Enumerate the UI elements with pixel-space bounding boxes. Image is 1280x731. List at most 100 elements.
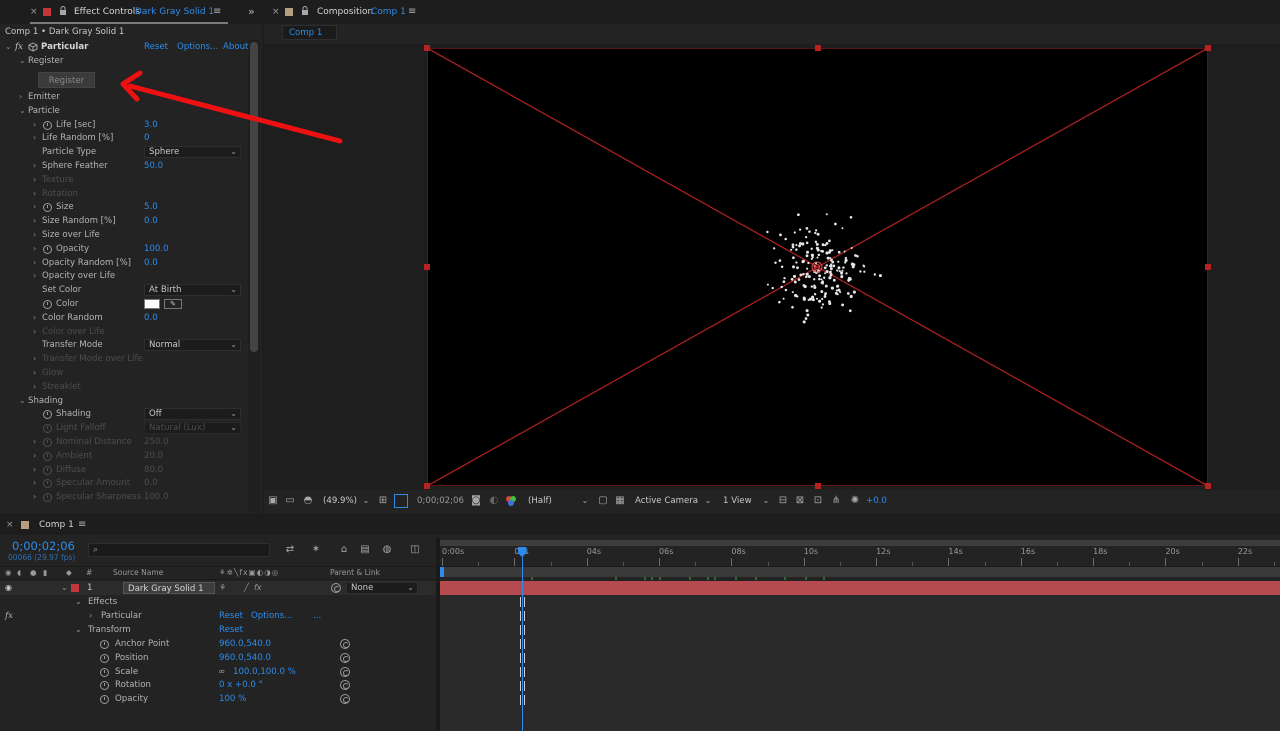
property-value[interactable]: 0.0 xyxy=(144,311,158,325)
layer-label-color[interactable] xyxy=(71,584,79,592)
work-area-bar[interactable] xyxy=(440,567,1280,577)
twirl-closed-icon[interactable]: › xyxy=(33,435,36,449)
property-value[interactable]: 0.0 xyxy=(144,476,158,490)
stopwatch-icon[interactable] xyxy=(43,244,52,254)
transform-property-row[interactable]: Opacity 100 % xyxy=(0,692,436,706)
layer-twirl-icon[interactable]: ⌄ xyxy=(61,581,68,595)
property-row[interactable]: › Size over Life xyxy=(0,228,246,242)
property-row[interactable]: Light Falloff Natural (Lux) ⌄ xyxy=(0,421,246,435)
audio-switch-icon[interactable]: ◖ xyxy=(17,567,21,579)
particular-options-link[interactable]: Options... xyxy=(251,609,292,623)
twirl-closed-icon[interactable]: › xyxy=(33,311,36,325)
property-row[interactable]: › Diffuse 80.0 xyxy=(0,463,246,477)
bound-handle-tc[interactable] xyxy=(815,45,821,51)
property-row[interactable]: › Specular Amount 0.0 xyxy=(0,476,246,490)
property-dropdown[interactable]: Normal ⌄ xyxy=(144,339,241,352)
twirl-closed-icon[interactable]: › xyxy=(33,187,36,201)
stopwatch-icon[interactable] xyxy=(100,653,109,663)
layer-row[interactable]: ◉ ⌄ 1 Dark Gray Solid 1 ⚘ ╱ fx None ⌄ xyxy=(0,581,436,595)
property-row[interactable]: › Size Random [%] 0.0 xyxy=(0,214,246,228)
stopwatch-icon[interactable] xyxy=(100,640,109,649)
twirl-closed-icon[interactable]: › xyxy=(33,463,36,477)
property-value[interactable]: 0.0 xyxy=(144,214,158,228)
views-dropdown[interactable]: 1 View xyxy=(723,495,752,507)
expression-pickwhip-icon[interactable] xyxy=(340,652,350,663)
comp-canvas[interactable] xyxy=(427,48,1208,486)
constrain-proportions-icon[interactable]: ∞ xyxy=(218,665,225,679)
transform-property-value[interactable]: 100.0,100.0 % xyxy=(233,665,296,679)
comp-mini-flowchart-icon[interactable]: ⇄ xyxy=(283,544,297,556)
frame-blending-icon[interactable]: ▤ xyxy=(358,544,372,556)
bound-handle-mr[interactable] xyxy=(1205,264,1211,270)
draft-3d-icon[interactable]: ✶ xyxy=(309,544,323,556)
work-area-start-handle[interactable] xyxy=(440,567,444,577)
property-value[interactable]: 50.0 xyxy=(144,159,163,173)
snapshot-icon[interactable]: ◙ xyxy=(470,495,482,507)
property-value[interactable]: 5.0 xyxy=(144,200,158,214)
resolution-chevron-icon[interactable]: ⌄ xyxy=(581,495,589,507)
property-row[interactable]: Set Color At Birth ⌄ xyxy=(0,283,246,297)
lock-column-icon[interactable]: ▮ xyxy=(43,567,47,579)
work-area-navigator[interactable] xyxy=(440,540,1280,546)
timeline-menu-icon[interactable]: ≡ xyxy=(78,515,86,535)
property-value[interactable]: 100.0 xyxy=(144,242,169,256)
mask-visibility-icon[interactable]: ◓ xyxy=(302,495,314,507)
label-column-icon[interactable]: ◆ xyxy=(66,567,72,579)
region-of-interest-icon[interactable]: ▢ xyxy=(597,495,609,507)
property-row[interactable]: › Opacity 100.0 xyxy=(0,242,246,256)
property-row[interactable]: ⌄ Shading xyxy=(0,394,246,408)
stopwatch-icon[interactable] xyxy=(43,493,52,503)
property-row[interactable]: › Specular Sharpness 100.0 xyxy=(0,490,246,504)
timeline-search-input[interactable]: ⌕ xyxy=(88,543,270,557)
timeline-fx-icon[interactable]: fx xyxy=(5,609,13,623)
property-dropdown[interactable]: Off ⌄ xyxy=(144,408,241,421)
stopwatch-icon[interactable] xyxy=(43,451,52,461)
transform-property-row[interactable]: Position 960.0,540.0 xyxy=(0,651,436,665)
property-row[interactable]: › Streaklet xyxy=(0,380,246,394)
property-row[interactable]: Color ✎ xyxy=(0,297,246,311)
twirl-closed-icon[interactable]: › xyxy=(33,256,36,270)
property-row[interactable]: › Rotation xyxy=(0,187,246,201)
layer-shy-switch-icon[interactable]: ⚘ xyxy=(219,581,226,595)
monitor-icon[interactable]: ▭ xyxy=(284,495,296,507)
motion-blur-icon[interactable]: ◍ xyxy=(380,544,394,556)
particular-effect-row[interactable]: fx › Particular Reset Options... ... xyxy=(0,609,436,623)
property-row[interactable]: › Size 5.0 xyxy=(0,200,246,214)
channel-icon[interactable] xyxy=(505,495,517,507)
timeline-timecode[interactable]: 0;00;02;06 xyxy=(12,539,75,553)
layer-parent-dropdown[interactable]: None ⌄ xyxy=(346,582,418,594)
property-dropdown[interactable]: Natural (Lux) ⌄ xyxy=(144,422,241,435)
transform-group-row[interactable]: ⌄ Transform Reset xyxy=(0,623,436,637)
twirl-closed-icon[interactable]: › xyxy=(33,228,36,242)
twirl-closed-icon[interactable]: › xyxy=(33,366,36,380)
video-switch-icon[interactable]: ◉ xyxy=(5,567,12,579)
layer-name[interactable]: Dark Gray Solid 1 xyxy=(123,582,215,594)
bound-handle-tr[interactable] xyxy=(1205,45,1211,51)
layer-parent-pickwhip-icon[interactable] xyxy=(331,583,341,593)
expression-pickwhip-icon[interactable] xyxy=(340,694,350,705)
property-row[interactable]: Shading Off ⌄ xyxy=(0,407,246,421)
transform-property-row[interactable]: Scale ∞ 100.0,100.0 % xyxy=(0,665,436,679)
pixel-aspect-icon[interactable]: ⊟ xyxy=(777,495,789,507)
stopwatch-icon[interactable] xyxy=(43,438,52,447)
stopwatch-icon[interactable] xyxy=(43,465,52,475)
exposure-icon[interactable]: ✺ xyxy=(849,495,861,507)
switches-column-icons[interactable]: ⚘✲╲fx▣◐◑◎ xyxy=(219,567,279,579)
stopwatch-icon[interactable] xyxy=(43,203,52,213)
property-row[interactable]: Transfer Mode Normal ⌄ xyxy=(0,338,246,352)
bound-handle-bl[interactable] xyxy=(424,483,430,489)
resolution-dropdown[interactable]: (Half) xyxy=(528,495,552,507)
property-row[interactable]: › Glow xyxy=(0,366,246,380)
twirl-closed-icon[interactable]: › xyxy=(33,449,36,463)
camera-chevron-icon[interactable]: ⌄ xyxy=(704,495,712,507)
stopwatch-icon[interactable] xyxy=(100,667,109,677)
layer-effect-switch-icon[interactable]: fx xyxy=(254,581,262,595)
transform-property-row[interactable]: Anchor Point 960.0,540.0 xyxy=(0,637,436,651)
twirl-open-icon[interactable]: ⌄ xyxy=(19,394,26,408)
stopwatch-icon[interactable] xyxy=(100,681,109,691)
grid-icon[interactable]: ⊞ xyxy=(377,495,389,507)
eyedropper-icon[interactable]: ✎ xyxy=(164,299,182,309)
time-ruler[interactable]: 0:00s02s04s06s08s10s12s14s16s18s20s22s xyxy=(440,547,1280,567)
bound-handle-br[interactable] xyxy=(1205,483,1211,489)
property-value[interactable]: 100.0 xyxy=(144,490,169,504)
